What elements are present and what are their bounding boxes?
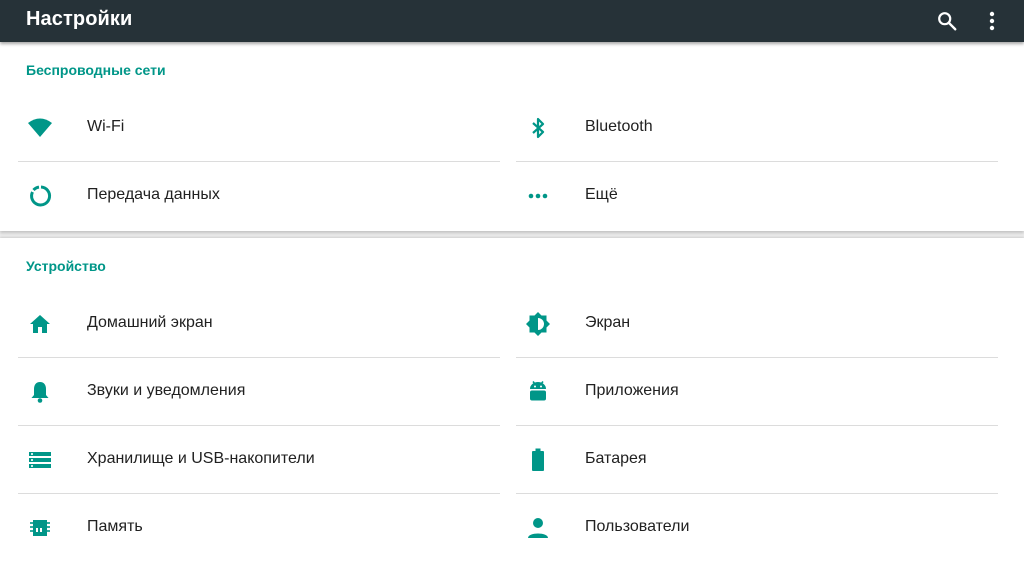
setting-memory[interactable]: Память xyxy=(18,494,500,562)
bell-icon xyxy=(26,378,54,406)
android-icon xyxy=(524,378,552,406)
setting-battery[interactable]: Батарея xyxy=(516,426,998,494)
setting-label: Bluetooth xyxy=(585,118,653,135)
memory-icon xyxy=(26,514,54,542)
setting-wifi[interactable]: Wi-Fi xyxy=(18,94,500,162)
setting-label: Ещё xyxy=(585,186,618,203)
setting-display[interactable]: Экран xyxy=(516,290,998,358)
person-icon xyxy=(524,514,552,542)
setting-label: Пользователи xyxy=(585,518,690,535)
setting-label: Батарея xyxy=(585,450,647,467)
section-device: Устройство Домашний экран Экран Звуки и … xyxy=(0,238,1024,568)
search-icon[interactable] xyxy=(932,6,962,36)
app-bar: Настройки xyxy=(0,0,1024,42)
brightness-icon xyxy=(524,310,552,338)
more-horiz-icon xyxy=(524,182,552,210)
setting-bluetooth[interactable]: Bluetooth xyxy=(516,94,998,162)
setting-label: Звуки и уведомления xyxy=(87,382,246,399)
home-icon xyxy=(26,310,54,338)
setting-label: Передача данных xyxy=(87,186,220,203)
section-title-wireless: Беспроводные сети xyxy=(26,62,166,78)
wifi-icon xyxy=(26,114,54,142)
bluetooth-icon xyxy=(524,114,552,142)
setting-label: Домашний экран xyxy=(87,314,213,331)
setting-label: Экран xyxy=(585,314,631,331)
setting-label: Приложения xyxy=(585,382,679,399)
more-vert-icon[interactable] xyxy=(977,6,1007,36)
setting-label: Память xyxy=(87,518,143,535)
setting-apps[interactable]: Приложения xyxy=(516,358,998,426)
setting-more[interactable]: Ещё xyxy=(516,162,998,230)
section-title-device: Устройство xyxy=(26,258,106,274)
setting-sounds[interactable]: Звуки и уведомления xyxy=(18,358,500,426)
setting-users[interactable]: Пользователи xyxy=(516,494,998,562)
data-usage-icon xyxy=(26,182,54,210)
page-title: Настройки xyxy=(26,8,133,30)
battery-icon xyxy=(524,446,552,474)
setting-storage[interactable]: Хранилище и USB-накопители xyxy=(18,426,500,494)
setting-label: Хранилище и USB-накопители xyxy=(87,450,315,467)
setting-home-screen[interactable]: Домашний экран xyxy=(18,290,500,358)
section-wireless: Беспроводные сети Wi-Fi Bluetooth Переда… xyxy=(0,42,1024,231)
setting-data-usage[interactable]: Передача данных xyxy=(18,162,500,230)
setting-label: Wi-Fi xyxy=(87,118,125,135)
storage-icon xyxy=(26,446,54,474)
